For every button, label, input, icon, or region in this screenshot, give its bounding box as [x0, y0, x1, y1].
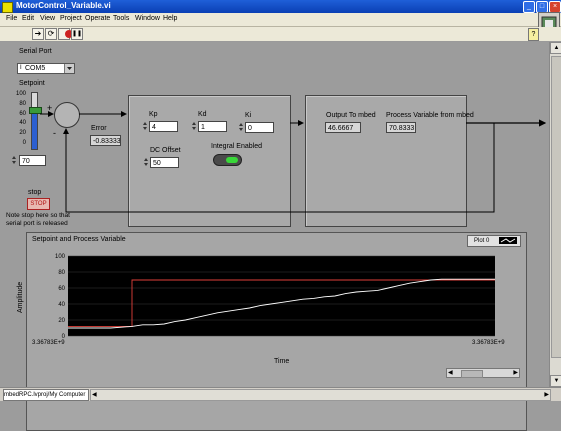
menu-file[interactable]: File: [6, 15, 17, 22]
y-tick-label: 20: [58, 318, 65, 324]
chart-title: Setpoint and Process Variable: [32, 236, 126, 243]
context-help-icon[interactable]: ?: [528, 28, 539, 41]
y-tick-label: 100: [55, 254, 66, 260]
hscroll-right-icon[interactable]: ▶: [544, 390, 549, 400]
stop-button[interactable]: STOP: [27, 198, 50, 210]
menu-help[interactable]: Help: [163, 15, 177, 22]
vertical-scrollbar[interactable]: ▲ ▼: [549, 42, 561, 387]
menu-operate[interactable]: Operate: [85, 15, 110, 22]
y-tick-label: 40: [58, 302, 65, 308]
abort-icon[interactable]: [58, 28, 73, 40]
x-start-label: 3.36783E+9: [32, 340, 65, 346]
menu-edit[interactable]: Edit: [22, 15, 34, 22]
vertical-scroll-thumb[interactable]: [551, 56, 561, 358]
menu-project[interactable]: Project: [60, 15, 82, 22]
run-continuously-icon[interactable]: ⟳: [45, 28, 57, 40]
y-tick-label: 80: [58, 270, 65, 276]
status-bar: mbedRPC.lvproj/My Computer ◀ ▶: [0, 387, 561, 401]
vi-window-icon: [2, 2, 13, 13]
legend-label: Plot 0: [474, 238, 490, 244]
x-axis-label: Time: [274, 358, 290, 365]
scroll-down-icon[interactable]: ▼: [550, 375, 561, 387]
menu-tools[interactable]: Tools: [113, 15, 129, 22]
run-arrow-icon[interactable]: ➔: [32, 28, 44, 40]
y-tick-label: 60: [58, 286, 65, 292]
hscroll-left-icon[interactable]: ◀: [92, 390, 97, 400]
y-axis-label: Amplitude: [17, 281, 24, 313]
scroll-up-icon[interactable]: ▲: [550, 42, 561, 54]
stop-note: Note stop here so that serial port is re…: [6, 212, 70, 227]
block-diagram-wires: [40, 111, 547, 213]
pause-icon[interactable]: ❚❚: [71, 28, 83, 40]
minimize-button[interactable]: _: [523, 1, 535, 13]
menu-bar: File Edit View Project Operate Tools Win…: [0, 13, 561, 27]
toolbar: ➔ ⟳ ❚❚: [0, 27, 561, 42]
x-end-label: 3.36783E+9: [472, 340, 505, 346]
title-bar: MotorControl_Variable.vi _ □ ×: [0, 0, 561, 13]
chart-scrollbar[interactable]: ◀ ▶: [446, 368, 520, 378]
stop-label: stop: [28, 189, 42, 196]
menu-window[interactable]: Window: [135, 15, 160, 22]
scroll-right-icon[interactable]: ▶: [513, 369, 518, 377]
front-panel: Serial Port I COM5 Setpoint 100 80 60 40…: [0, 42, 549, 431]
legend-swatch: [499, 237, 517, 244]
project-path: mbedRPC.lvproj/My Computer: [3, 389, 89, 401]
chart-scroll-thumb[interactable]: [461, 370, 483, 378]
menu-view[interactable]: View: [40, 15, 55, 22]
window-title: MotorControl_Variable.vi: [16, 1, 111, 10]
scroll-left-icon[interactable]: ◀: [448, 369, 453, 377]
plot-legend[interactable]: Plot 0: [467, 235, 521, 247]
project-path-text: mbedRPC.lvproj/My Computer: [4, 392, 86, 398]
horizontal-scrollbar[interactable]: ◀ ▶: [90, 389, 551, 401]
chart-plot: 100806040200: [55, 254, 495, 340]
